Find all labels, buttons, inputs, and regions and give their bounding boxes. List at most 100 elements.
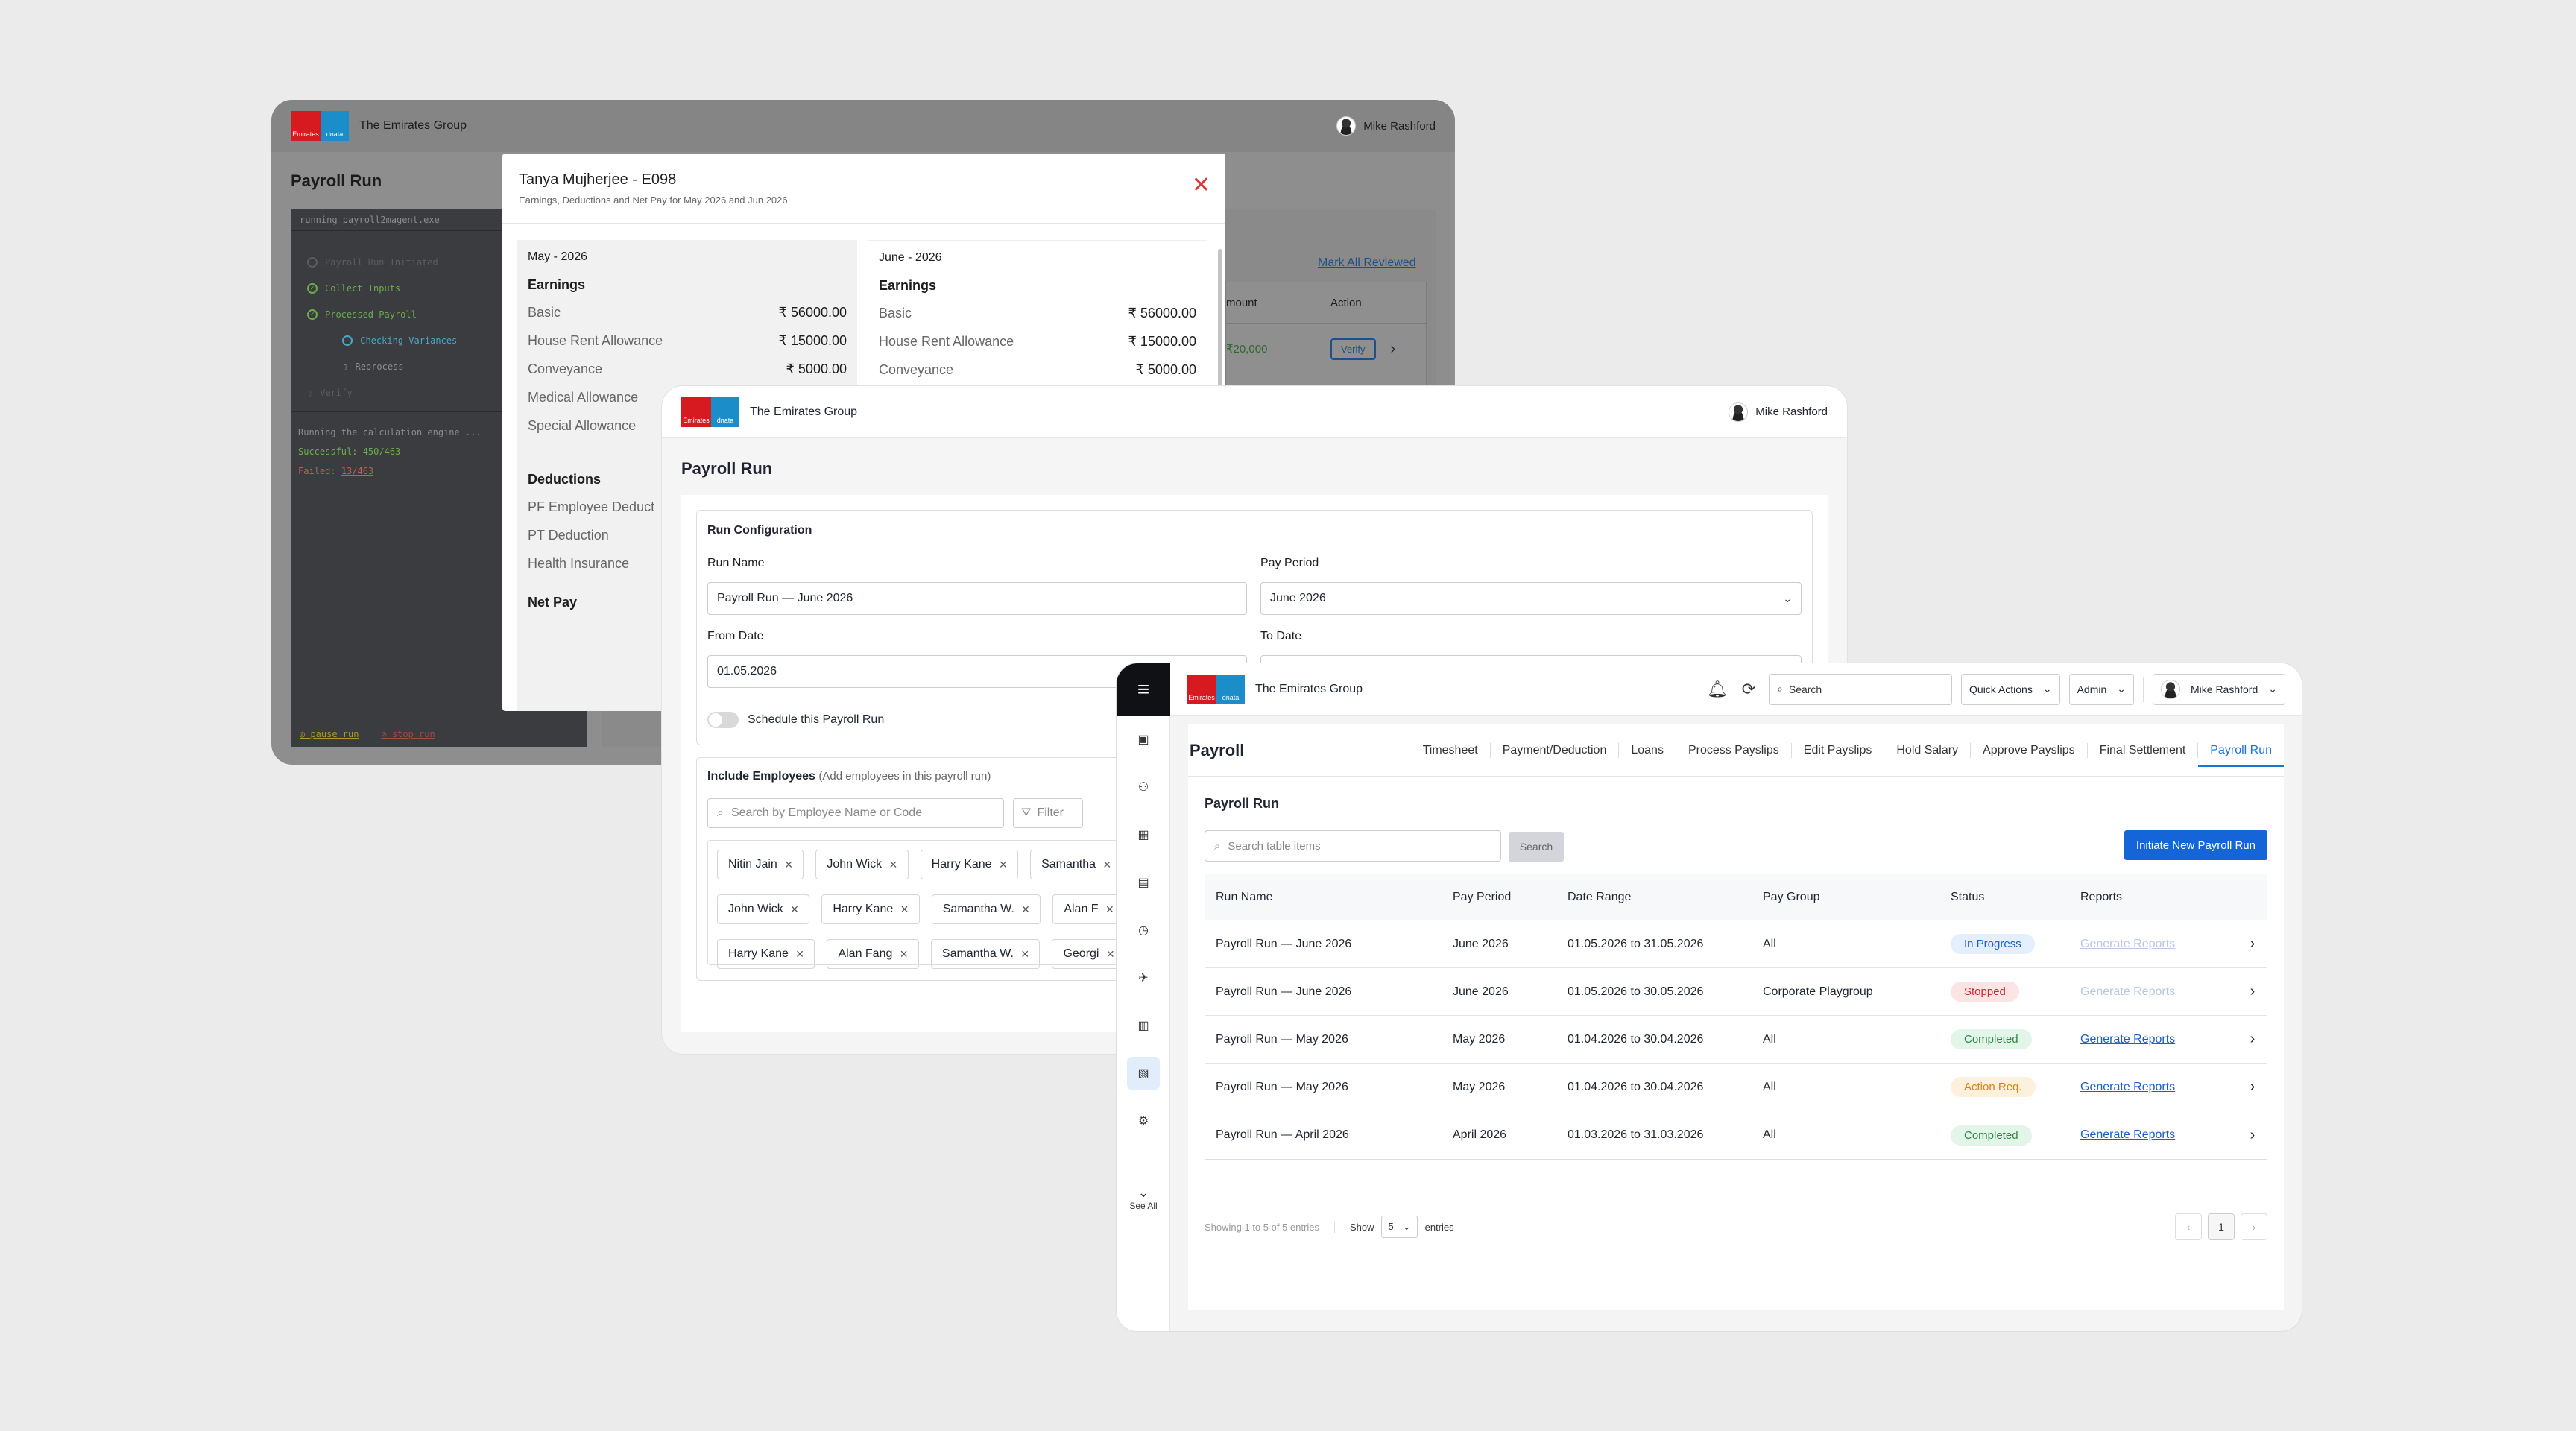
- chevron-right-icon[interactable]: ›: [2240, 1078, 2265, 1096]
- column-header: Status: [1951, 890, 1985, 903]
- app-header: Emirates dnata The Emirates Group Mike R…: [271, 100, 1455, 152]
- remove-icon[interactable]: ×: [785, 857, 793, 873]
- section-title: Payroll Run: [1205, 796, 1280, 811]
- sidebar-item-settings[interactable]: ⚙: [1117, 1097, 1170, 1145]
- chevron-right-icon[interactable]: ›: [1391, 341, 1396, 358]
- pay-period-cell: April 2026: [1453, 1128, 1507, 1141]
- remove-icon[interactable]: ×: [1106, 947, 1114, 962]
- column-header: Pay Group: [1763, 890, 1820, 903]
- run-name-cell: Payroll Run — May 2026: [1216, 1032, 1348, 1046]
- remove-icon[interactable]: ×: [900, 902, 909, 917]
- pay-period-cell: May 2026: [1453, 1080, 1506, 1093]
- table-row[interactable]: Payroll Run — June 2026 June 2026 01.05.20…: [1205, 920, 2267, 968]
- sidebar-item-travel[interactable]: ✈: [1117, 954, 1170, 1002]
- remove-icon[interactable]: ×: [791, 902, 799, 917]
- table-search-input[interactable]: ⌕ Search table items: [1205, 830, 1501, 862]
- prev-page-button[interactable]: ‹: [2175, 1213, 2202, 1240]
- support-icon[interactable]: ⟳: [1737, 680, 1760, 699]
- chevron-right-icon[interactable]: ›: [2240, 983, 2265, 1000]
- remove-icon[interactable]: ×: [1021, 947, 1029, 962]
- bell-icon[interactable]: 🔔︎: [1706, 680, 1729, 699]
- table-row[interactable]: Payroll Run — May 2026 May 2026 01.04.2026…: [1205, 1016, 2267, 1064]
- generate-reports-link[interactable]: Generate Reports: [2080, 938, 2175, 950]
- table-row[interactable]: Payroll Run — May 2026 May 2026 01.04.2026…: [1205, 1064, 2267, 1111]
- remove-icon[interactable]: ×: [1106, 902, 1114, 917]
- close-icon[interactable]: ✕: [1192, 174, 1210, 197]
- schedule-toggle[interactable]: Schedule this Payroll Run: [707, 712, 884, 728]
- tab-hold-salary[interactable]: Hold Salary: [1884, 742, 1972, 758]
- search-icon: ⌕: [717, 806, 724, 819]
- tab-approve-payslips[interactable]: Approve Payslips: [1971, 742, 2088, 758]
- emirates-logo: Emirates: [291, 111, 321, 141]
- tab-timesheet[interactable]: Timesheet: [1411, 742, 1491, 758]
- generate-reports-link[interactable]: Generate Reports: [2080, 985, 2175, 998]
- user-menu[interactable]: Mike Rashford ⌄: [2153, 673, 2285, 705]
- chevron-right-icon[interactable]: ›: [2240, 1127, 2265, 1144]
- pay-period-cell: June 2026: [1453, 937, 1509, 950]
- employee-chip: Harry Kane ×: [920, 850, 1019, 879]
- month-label: May - 2026: [528, 250, 588, 263]
- modal-scrollbar[interactable]: [1218, 249, 1222, 391]
- modal-subtitle: Earnings, Deductions and Net Pay for May…: [519, 195, 788, 206]
- sidebar-item-expenses[interactable]: ▥: [1117, 1002, 1170, 1049]
- stop-run-link[interactable]: ⊘ stop run: [381, 729, 435, 739]
- run-name-input[interactable]: Payroll Run — June 2026: [707, 582, 1247, 615]
- menu-icon[interactable]: ≡: [1117, 663, 1170, 716]
- sidebar-item-time[interactable]: ◷: [1117, 906, 1170, 954]
- sidebar-item-dashboard[interactable]: ▣: [1117, 716, 1170, 763]
- dnata-logo: dnata: [711, 397, 739, 427]
- page-size-select[interactable]: 5 ⌄: [1381, 1216, 1418, 1238]
- next-page-button[interactable]: ›: [2241, 1213, 2267, 1240]
- chevron-down-icon: ⌄: [1137, 1185, 1149, 1200]
- pause-run-link[interactable]: ◎ pause run: [300, 729, 359, 739]
- chevron-right-icon[interactable]: ›: [2240, 935, 2265, 953]
- sidebar-item-people[interactable]: ⚇: [1117, 763, 1170, 811]
- table-row[interactable]: Payroll Run — April 2026 April 2026 01.03.…: [1205, 1111, 2267, 1159]
- company-name: The Emirates Group: [750, 405, 858, 418]
- generate-reports-link[interactable]: Generate Reports: [2080, 1128, 2175, 1141]
- remove-icon[interactable]: ×: [796, 947, 804, 962]
- user-menu[interactable]: Mike Rashford: [1336, 116, 1436, 136]
- filter-button[interactable]: ⛛ Filter: [1013, 798, 1083, 828]
- tab-edit-payslips[interactable]: Edit Payslips: [1792, 742, 1885, 758]
- global-search-input[interactable]: ⌕ Search: [1769, 673, 1953, 705]
- verify-button[interactable]: Verify: [1330, 338, 1376, 360]
- remove-icon[interactable]: ×: [889, 857, 897, 873]
- sidebar-item-documents[interactable]: ▤: [1117, 859, 1170, 906]
- generate-reports-link[interactable]: Generate Reports: [2080, 1081, 2175, 1093]
- tab-loans[interactable]: Loans: [1619, 742, 1676, 758]
- generate-reports-link[interactable]: Generate Reports: [2080, 1033, 2175, 1046]
- table-row[interactable]: Payroll Run — June 2026 June 2026 01.05.20…: [1205, 968, 2267, 1016]
- earning-line: House Rent Allowance ₹ 15000.00: [879, 334, 1196, 349]
- tab-payment-deduction[interactable]: Payment/Deduction: [1491, 742, 1620, 758]
- amount-cell: ₹20,000: [1226, 343, 1268, 356]
- quick-actions-dropdown[interactable]: Quick Actions ⌄: [1961, 673, 2060, 705]
- remove-icon[interactable]: ×: [1000, 857, 1008, 873]
- tab-payroll-run[interactable]: Payroll Run: [2198, 733, 2284, 767]
- mark-all-reviewed-link[interactable]: Mark All Reviewed: [1318, 256, 1416, 270]
- sidebar-item-payroll[interactable]: ▧: [1117, 1049, 1170, 1097]
- pay-period-select[interactable]: June 2026 ⌄: [1260, 582, 1802, 615]
- page-button[interactable]: 1: [2208, 1213, 2235, 1240]
- calendar-icon: ▦: [1137, 829, 1149, 841]
- remove-icon[interactable]: ×: [1022, 902, 1030, 917]
- chevron-right-icon[interactable]: ›: [2240, 1031, 2265, 1048]
- remove-icon[interactable]: ×: [1103, 857, 1111, 873]
- modal-header: Tanya Mujherjee - E098 Earnings, Deducti…: [502, 154, 1225, 224]
- toggle-switch[interactable]: [707, 712, 739, 728]
- tab-process-payslips[interactable]: Process Payslips: [1676, 742, 1792, 758]
- date-range-cell: 01.05.2026 to 31.05.2026: [1568, 937, 1704, 950]
- emirates-logo: Emirates: [681, 397, 711, 427]
- sidebar-item-calendar[interactable]: ▦: [1117, 811, 1170, 859]
- role-dropdown[interactable]: Admin ⌄: [2068, 673, 2134, 705]
- amount-header: mount: [1226, 297, 1257, 309]
- earning-line: House Rent Allowance ₹ 15000.00: [528, 333, 847, 348]
- initiate-payroll-run-button[interactable]: Initiate New Payroll Run: [2124, 830, 2267, 860]
- employee-search-input[interactable]: ⌕ Search by Employee Name or Code: [707, 798, 1004, 828]
- tab-final-settlement[interactable]: Final Settlement: [2088, 742, 2199, 758]
- remove-icon[interactable]: ×: [900, 947, 908, 962]
- user-menu[interactable]: Mike Rashford: [1729, 402, 1828, 422]
- search-button[interactable]: Search: [1509, 832, 1564, 862]
- date-range-cell: 01.03.2026 to 31.03.2026: [1568, 1128, 1704, 1141]
- see-all-button[interactable]: ⌄ See All: [1117, 1185, 1170, 1211]
